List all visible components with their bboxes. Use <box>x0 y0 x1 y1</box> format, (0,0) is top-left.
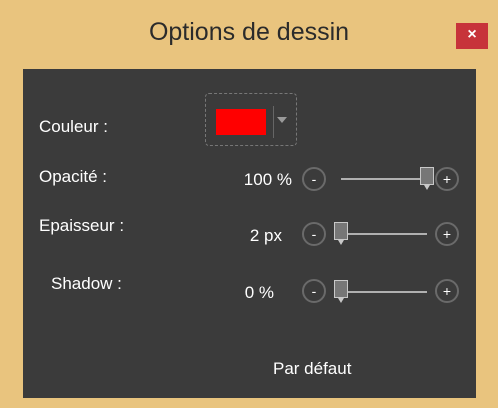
shadow-slider-track <box>341 291 427 293</box>
opacity-value: 100 % <box>243 170 292 189</box>
thickness-label: Epaisseur : <box>39 216 125 235</box>
options-panel: Couleur : Opacité : 100 % - + Epaisseur … <box>23 69 476 398</box>
opacity-increase-button[interactable]: + <box>435 167 459 191</box>
thickness-increase-button[interactable]: + <box>435 222 459 246</box>
shadow-label: Shadow : <box>51 274 122 293</box>
close-button[interactable]: × <box>456 23 488 49</box>
shadow-increase-button[interactable]: + <box>435 279 459 303</box>
chevron-down-icon[interactable] <box>277 117 287 123</box>
thickness-slider-thumb[interactable] <box>334 222 348 245</box>
color-picker-separator <box>273 106 274 138</box>
window-title: Options de dessin <box>148 18 350 46</box>
title-bar: Options de dessin × <box>0 0 498 66</box>
opacity-slider-thumb[interactable] <box>420 167 434 190</box>
shadow-slider-thumb[interactable] <box>334 280 348 303</box>
color-label: Couleur : <box>39 117 108 136</box>
thickness-decrease-button[interactable]: - <box>302 222 326 246</box>
drawing-options-window: Options de dessin × Couleur : Opacité : … <box>0 0 498 408</box>
reset-default-button[interactable]: Par défaut <box>273 359 351 379</box>
shadow-decrease-button[interactable]: - <box>302 279 326 303</box>
thickness-slider-track <box>341 233 427 235</box>
opacity-decrease-button[interactable]: - <box>302 167 326 191</box>
shadow-value: 0 % <box>244 283 274 302</box>
color-swatch <box>216 109 266 135</box>
opacity-slider-track <box>341 178 427 180</box>
thickness-value: 2 px <box>249 226 282 245</box>
color-picker[interactable] <box>205 93 297 146</box>
opacity-label: Opacité : <box>39 167 108 186</box>
